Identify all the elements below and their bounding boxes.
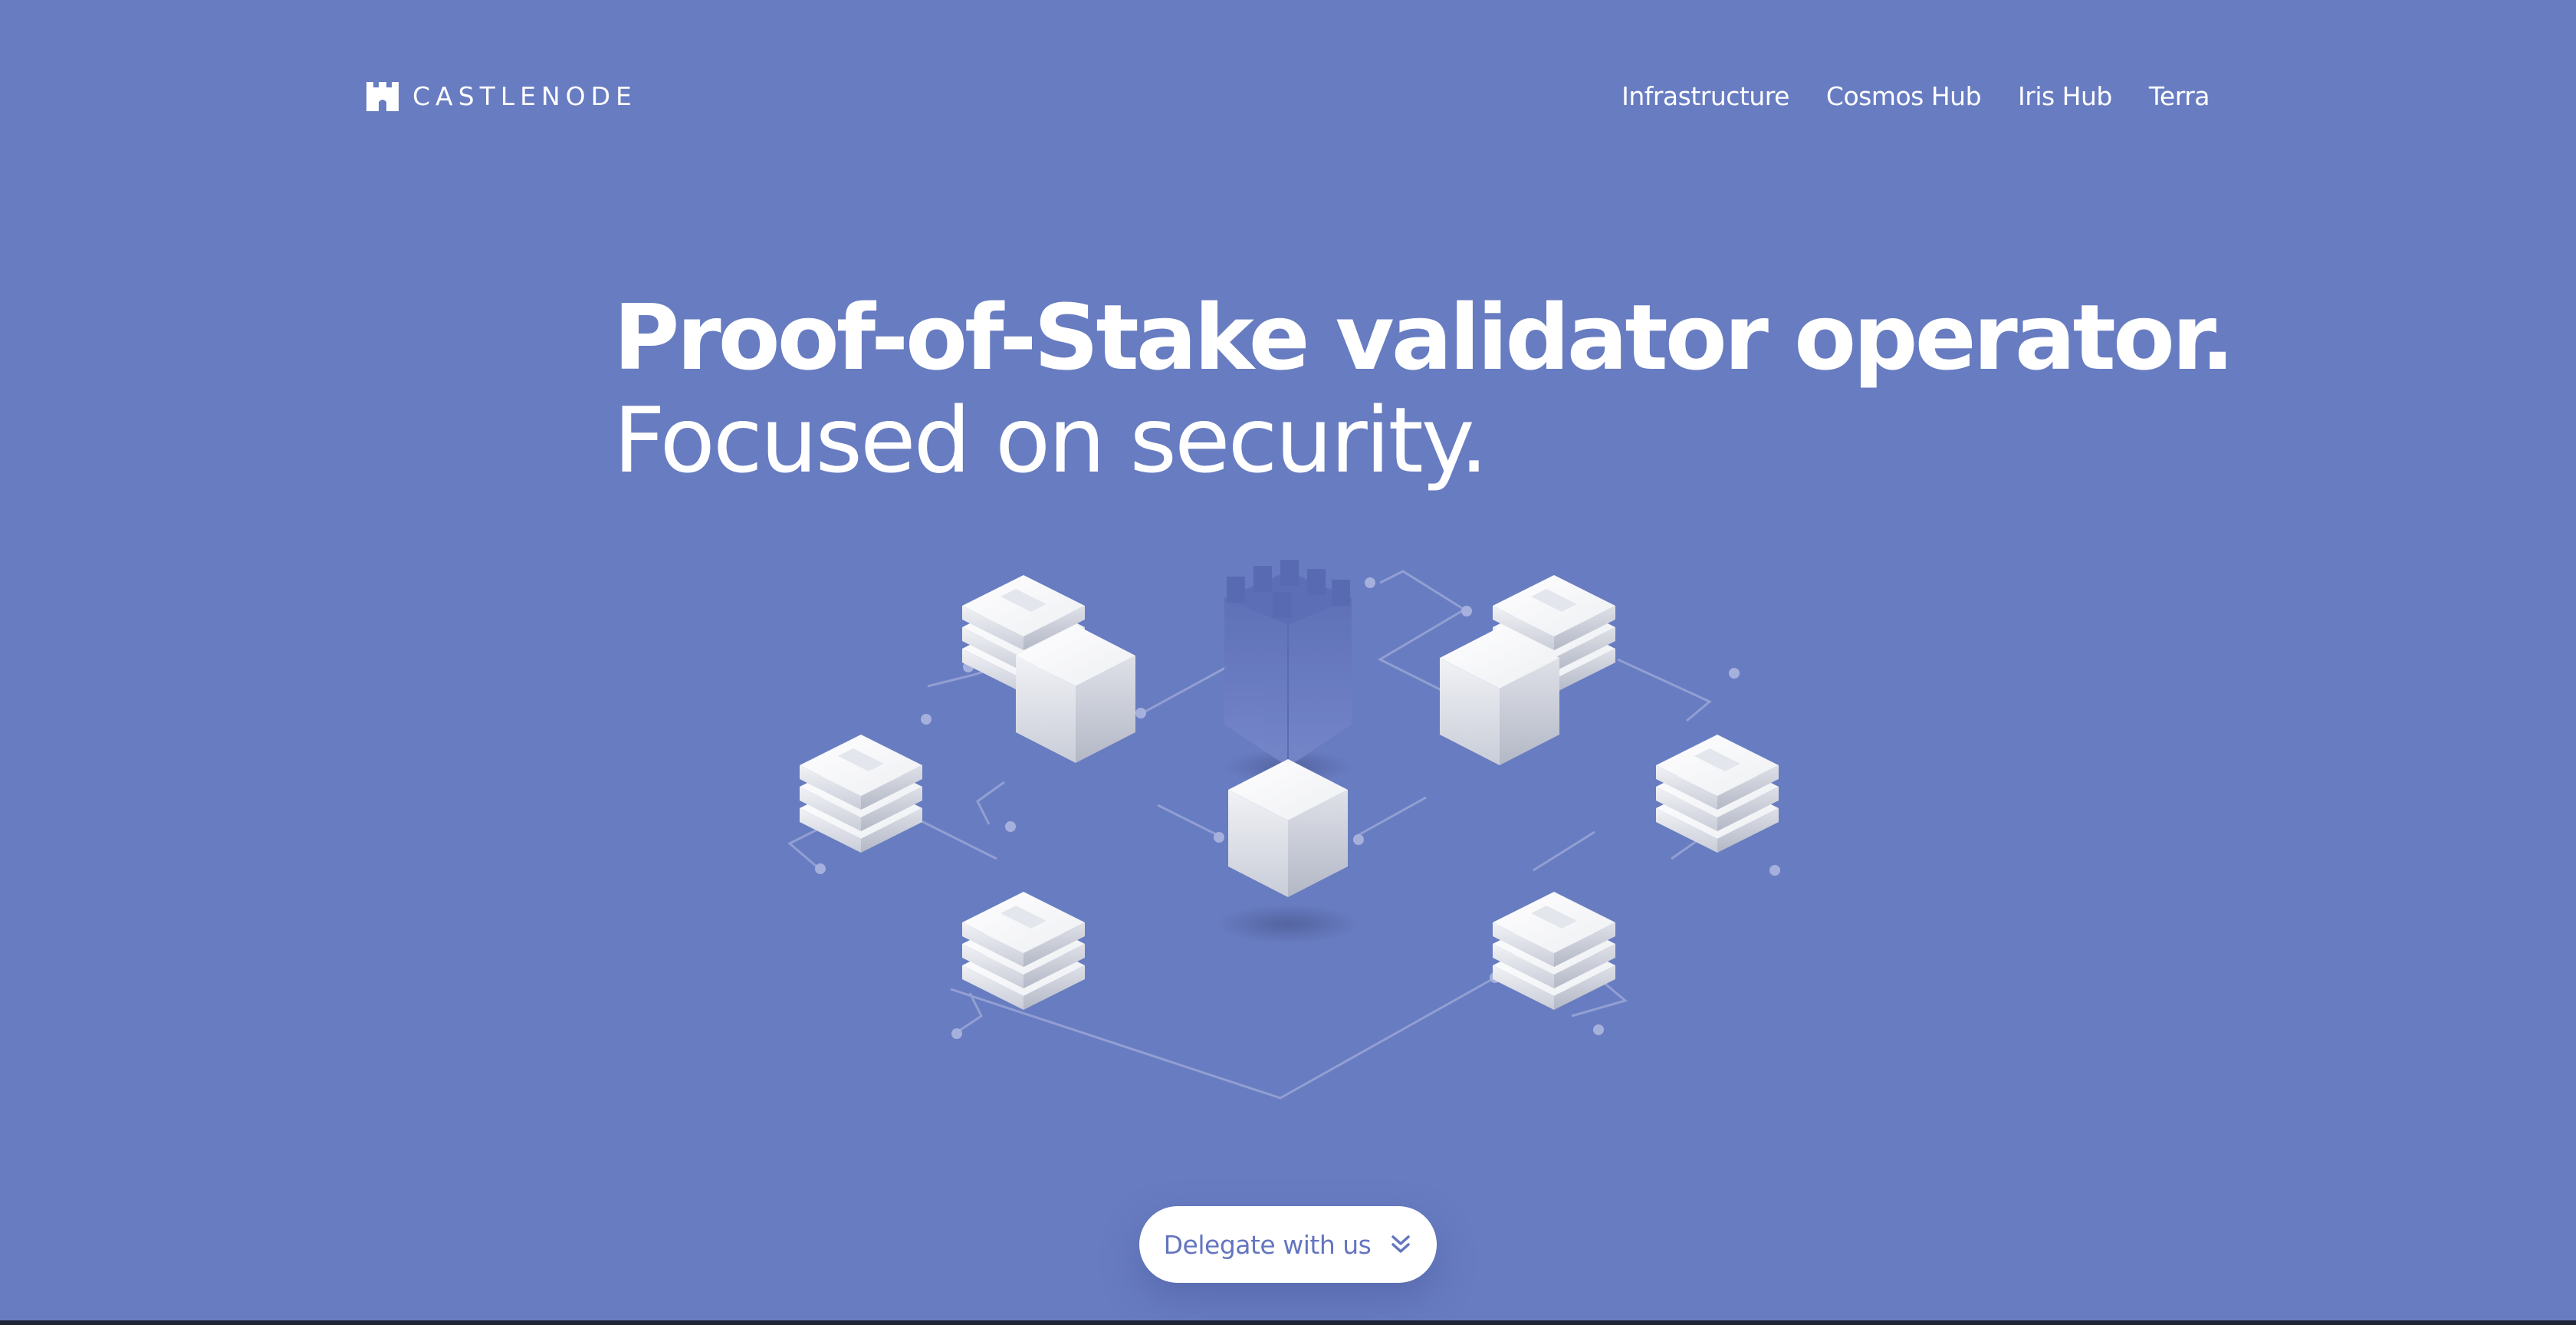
double-chevron-down-icon [1392, 1235, 1411, 1253]
hero-title: Proof-of-Stake validator operator. Focus… [613, 284, 2235, 493]
nav-link-iris-hub[interactable]: Iris Hub [2018, 78, 2112, 115]
delegate-button[interactable]: Delegate with us [1139, 1206, 1437, 1283]
main-nav: Infrastructure Cosmos Hub Iris Hub Terra [1622, 78, 2210, 115]
delegate-button-label: Delegate with us [1163, 1229, 1372, 1260]
hero-title-line2: Focused on security. [613, 387, 1488, 493]
nav-link-cosmos-hub[interactable]: Cosmos Hub [1826, 78, 1982, 115]
castle-tower [1224, 560, 1352, 767]
brand-name: CASTLENODE [412, 81, 637, 111]
nav-link-infrastructure[interactable]: Infrastructure [1622, 78, 1789, 115]
castle-icon [366, 82, 399, 111]
nav-link-terra[interactable]: Terra [2149, 78, 2210, 115]
network-illustration [787, 560, 1780, 1100]
landing-page: CASTLENODE Infrastructure Cosmos Hub Iri… [0, 0, 2576, 1325]
window-bottom-edge [0, 1320, 2576, 1325]
brand-logo-link[interactable]: CASTLENODE [366, 81, 637, 112]
hero-title-line1: Proof-of-Stake validator operator. [613, 284, 2235, 390]
